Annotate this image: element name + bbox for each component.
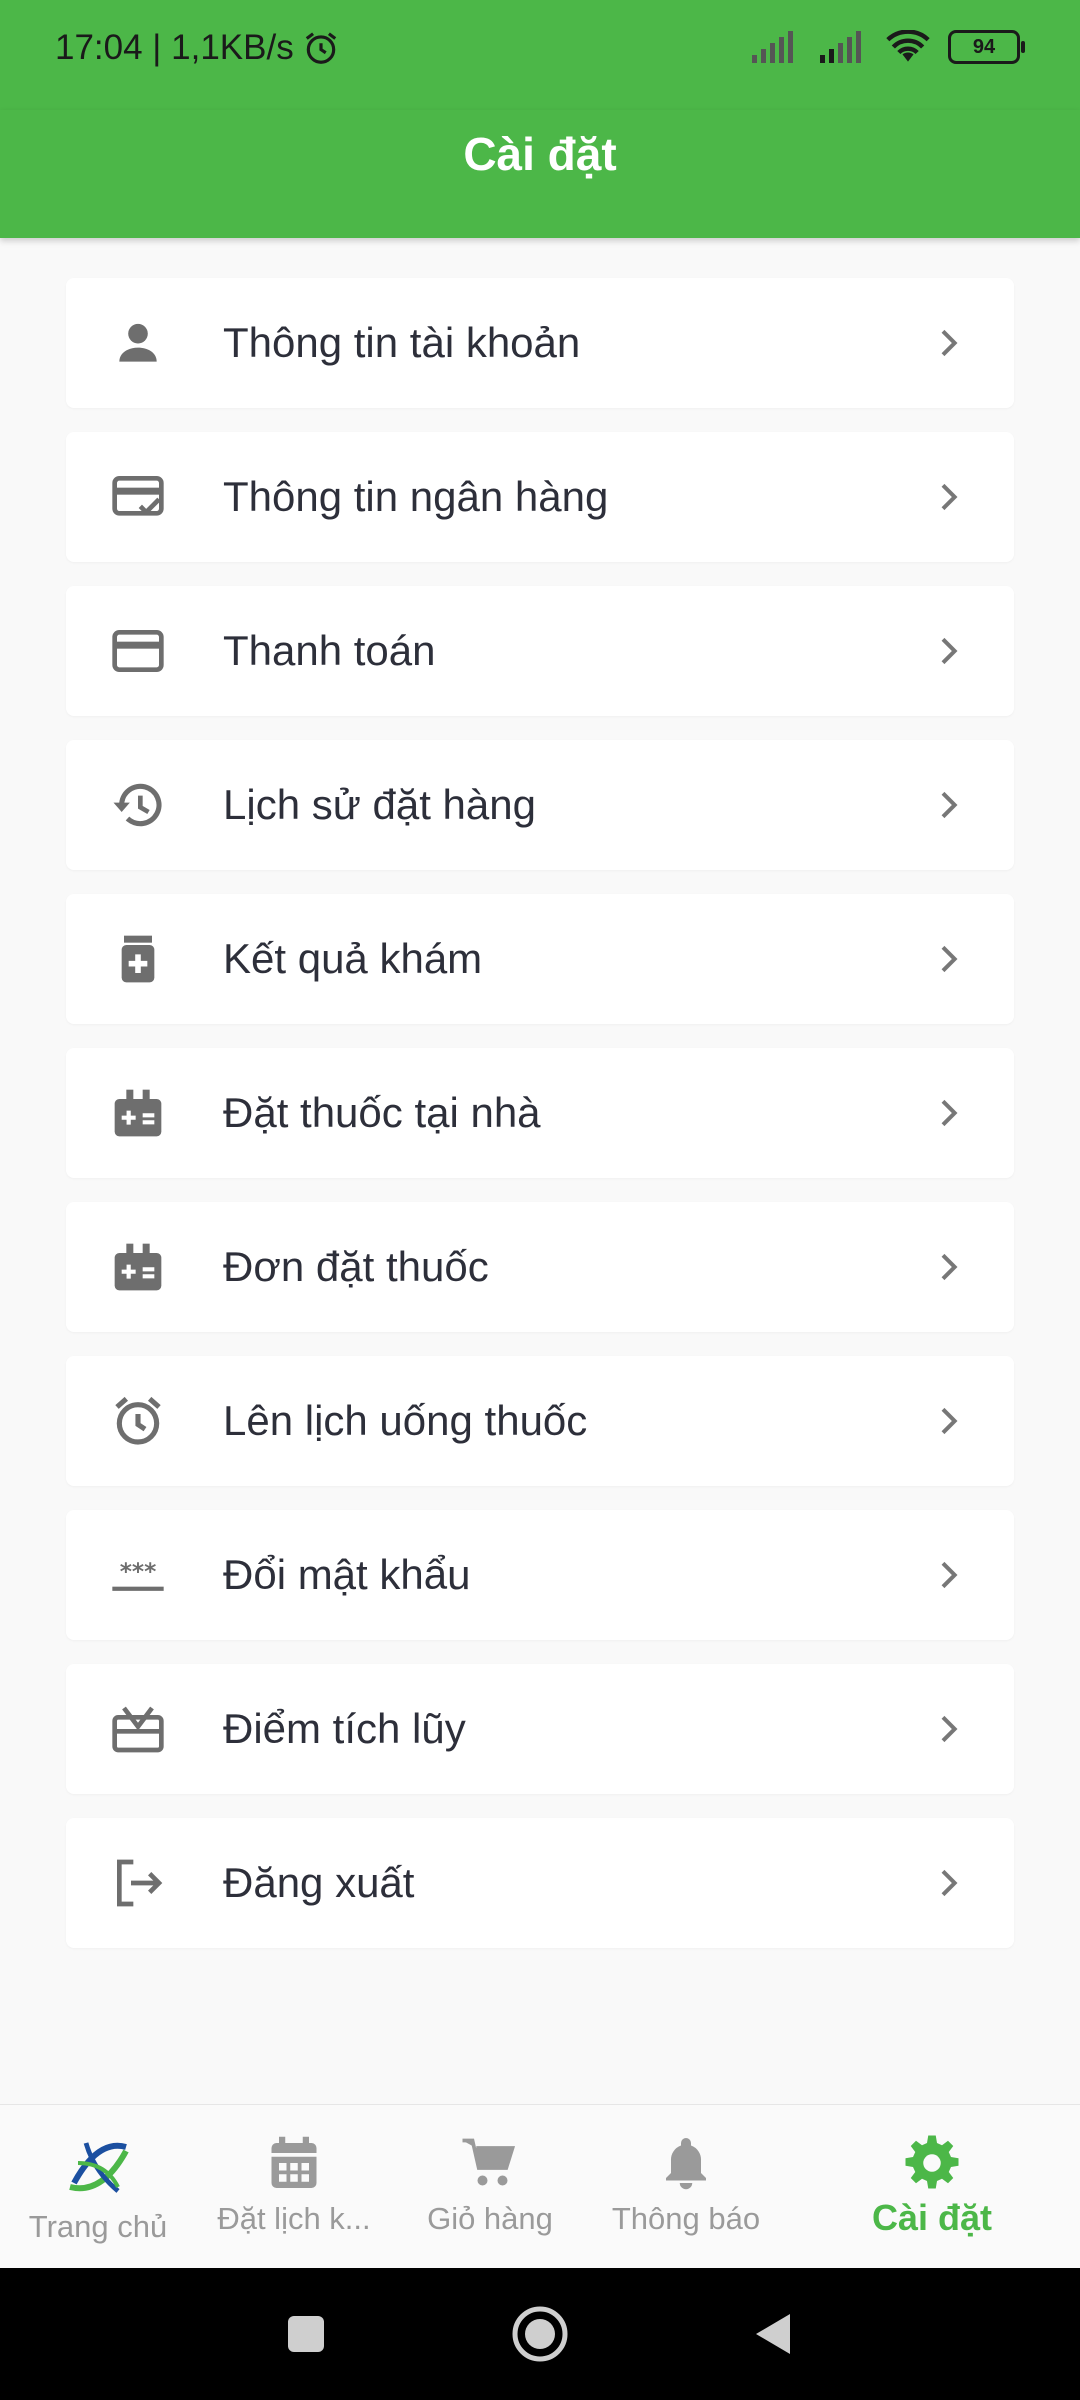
status-time: 17:04 | 1,1KB/s xyxy=(55,28,294,67)
menu-item-account-info[interactable]: Thông tin tài khoản xyxy=(66,278,1014,408)
chevron-right-icon xyxy=(941,945,958,973)
calendar-icon xyxy=(271,2136,317,2188)
menu-item-reward-points[interactable]: Điểm tích lũy xyxy=(66,1664,1014,1794)
status-left: 17:04 | 1,1KB/s xyxy=(55,28,340,68)
back-button-icon[interactable] xyxy=(752,2312,792,2356)
chevron-right-icon xyxy=(941,483,958,511)
app-bar: Cài đặt xyxy=(0,110,1080,238)
cart-icon xyxy=(462,2138,516,2186)
battery-indicator: 94 xyxy=(948,30,1025,64)
signal-icon xyxy=(752,31,793,63)
menu-item-change-password[interactable]: *** Đổi mật khẩu xyxy=(66,1510,1014,1640)
menu-item-payment[interactable]: Thanh toán xyxy=(66,586,1014,716)
password-icon: *** xyxy=(112,1558,164,1591)
menu-item-label: Đặt thuốc tại nhà xyxy=(223,1089,541,1136)
medical-kit-icon xyxy=(114,1243,162,1291)
history-icon xyxy=(113,783,162,827)
menu-item-order-history[interactable]: Lịch sử đặt hàng xyxy=(66,740,1014,870)
tab-label: Thông báo xyxy=(611,2201,761,2236)
tab-label: Giỏ hàng xyxy=(427,2201,553,2236)
menu-item-logout[interactable]: Đăng xuất xyxy=(66,1818,1014,1948)
chevron-right-icon xyxy=(941,1715,958,1743)
menu-item-home-medicine-order[interactable]: Đặt thuốc tại nhà xyxy=(66,1048,1014,1178)
gift-card-icon xyxy=(112,1706,164,1753)
page-title: Cài đặt xyxy=(463,128,617,180)
medicine-bottle-icon xyxy=(121,935,155,983)
gear-icon xyxy=(905,2135,959,2189)
tab-notifications[interactable]: Thông báo xyxy=(588,2105,784,2269)
logout-icon xyxy=(117,1859,163,1907)
chevron-right-icon xyxy=(941,1561,958,1589)
tab-home[interactable]: Trang chủ xyxy=(0,2105,196,2269)
chevron-right-icon xyxy=(941,791,958,819)
app-logo-icon xyxy=(69,2142,129,2193)
svg-text:***: *** xyxy=(120,1558,157,1586)
chevron-right-icon xyxy=(941,1253,958,1281)
chevron-right-icon xyxy=(941,329,958,357)
menu-item-medication-schedule[interactable]: Lên lịch uống thuốc xyxy=(66,1356,1014,1486)
menu-item-label: Kết quả khám xyxy=(223,935,483,982)
alarm-status-icon xyxy=(305,32,336,64)
wifi-icon xyxy=(886,30,930,62)
chevron-right-icon xyxy=(941,1869,958,1897)
menu-item-label: Lịch sử đặt hàng xyxy=(223,781,536,828)
menu-item-label: Thông tin tài khoản xyxy=(223,319,581,366)
signal-icon-2 xyxy=(820,31,861,63)
menu-item-bank-info[interactable]: Thông tin ngân hàng xyxy=(66,432,1014,562)
settings-list: Thông tin tài khoản Thông tin ngân hàng … xyxy=(66,278,1014,1972)
person-icon xyxy=(119,323,157,362)
menu-item-label: Điểm tích lũy xyxy=(223,1705,466,1752)
menu-item-label: Thanh toán xyxy=(223,627,436,674)
chevron-right-icon xyxy=(941,1099,958,1127)
chevron-right-icon xyxy=(941,637,958,665)
menu-item-label: Đổi mật khẩu xyxy=(223,1551,471,1598)
tab-cart[interactable]: Giỏ hàng xyxy=(392,2105,588,2269)
credit-card-icon xyxy=(112,630,164,672)
tab-appointment[interactable]: Đặt lịch k... xyxy=(196,2105,392,2269)
status-bar: 17:04 | 1,1KB/s 94 xyxy=(0,0,1080,110)
tab-label: Cài đặt xyxy=(871,2197,993,2238)
tab-settings[interactable]: Cài đặt xyxy=(834,2105,1030,2269)
menu-item-medicine-orders[interactable]: Đơn đặt thuốc xyxy=(66,1202,1014,1332)
tab-label: Trang chủ xyxy=(28,2209,168,2244)
chevron-right-icon xyxy=(941,1407,958,1435)
bottom-nav: Trang chủ Đặt lịch k... Giỏ hàng Thông b… xyxy=(0,2104,1080,2269)
bank-card-check-icon xyxy=(112,476,164,516)
recent-apps-icon[interactable] xyxy=(286,2314,326,2354)
tab-label: Đặt lịch k... xyxy=(217,2201,371,2236)
menu-item-label: Thông tin ngân hàng xyxy=(223,473,609,520)
home-button-icon[interactable] xyxy=(510,2304,570,2364)
menu-item-label: Lên lịch uống thuốc xyxy=(223,1397,588,1444)
menu-item-exam-results[interactable]: Kết quả khám xyxy=(66,894,1014,1024)
menu-item-label: Đăng xuất xyxy=(223,1859,415,1906)
menu-item-label: Đơn đặt thuốc xyxy=(223,1243,489,1290)
system-nav-bar xyxy=(0,2268,1080,2400)
bell-icon xyxy=(666,2138,706,2190)
status-right: 94 xyxy=(750,30,1025,64)
medical-kit-icon xyxy=(114,1089,162,1137)
alarm-clock-icon xyxy=(115,1396,161,1445)
